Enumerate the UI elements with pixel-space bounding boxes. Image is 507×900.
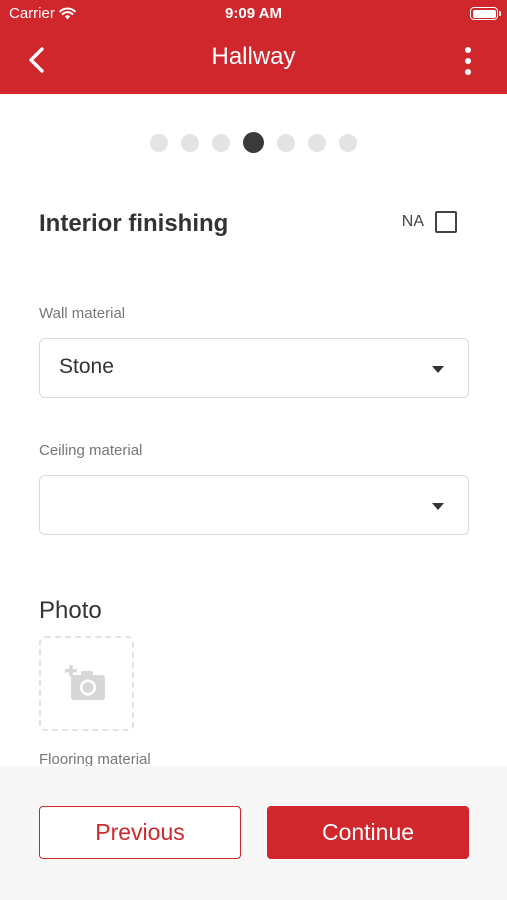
page-dot [150, 133, 168, 152]
more-menu-button[interactable] [453, 43, 483, 79]
status-bar: Carrier 9:09 AM [0, 0, 507, 28]
back-button[interactable] [18, 42, 54, 78]
status-time: 9:09 AM [225, 5, 282, 22]
app-screen: Carrier 9:09 AM Hallway Interior finishi… [0, 0, 507, 900]
wall-material-select[interactable]: Stone [39, 338, 469, 398]
page-indicator [0, 132, 507, 153]
page-dot [181, 133, 199, 152]
ceiling-material-select[interactable] [39, 475, 469, 535]
na-toggle[interactable]: NA [402, 211, 457, 233]
page-dot [308, 133, 326, 152]
page-title: Hallway [211, 43, 296, 70]
navigation-bar: Hallway [0, 28, 507, 94]
dropdown-caret-icon [432, 503, 444, 510]
na-label: NA [401, 213, 424, 230]
page-dot [212, 133, 230, 152]
add-photo-button[interactable] [39, 636, 134, 731]
previous-button[interactable]: Previous [39, 806, 241, 859]
photo-title: Photo [39, 597, 102, 624]
dropdown-caret-icon [432, 366, 444, 373]
add-photo-icon [64, 664, 105, 700]
wall-material-label: Wall material [39, 305, 126, 322]
ceiling-material-label: Ceiling material [39, 442, 143, 459]
chevron-left-icon [29, 47, 44, 73]
wall-material-value: Stone [59, 355, 114, 378]
na-checkbox[interactable] [435, 211, 457, 233]
section-title: Interior finishing [39, 210, 229, 237]
battery-icon [470, 7, 501, 20]
page-dot [277, 133, 295, 152]
more-vertical-icon [465, 47, 471, 53]
continue-button[interactable]: Continue [267, 806, 469, 859]
footer-bar: Previous Continue [0, 766, 507, 900]
app-header: Carrier 9:09 AM Hallway [0, 0, 507, 94]
page-dot-active [243, 132, 264, 153]
page-dot [339, 133, 357, 152]
